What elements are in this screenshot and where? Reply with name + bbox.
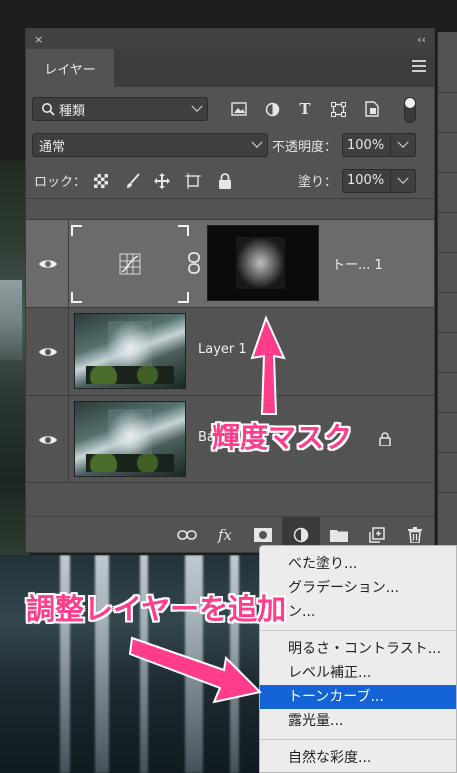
layer-thumbnail[interactable] bbox=[74, 401, 186, 477]
blend-row: 通常 不透明度： 100% bbox=[26, 127, 434, 163]
search-icon bbox=[39, 100, 57, 118]
menu-separator bbox=[260, 739, 456, 740]
filter-kind-label: 種類 bbox=[59, 103, 86, 119]
menu-separator bbox=[260, 630, 456, 631]
tab-layers[interactable]: レイヤー bbox=[26, 49, 114, 87]
fill-value: 100% bbox=[347, 173, 385, 188]
layer-name[interactable]: トー... 1 bbox=[332, 254, 383, 273]
menu-item-pattern[interactable]: ン... bbox=[260, 600, 456, 624]
layer-row-curves[interactable]: トー... 1 bbox=[26, 219, 434, 307]
link-layers-icon[interactable] bbox=[168, 517, 206, 553]
menu-item-curves[interactable]: トーンカーブ... bbox=[260, 685, 456, 709]
lock-artboard-icon[interactable] bbox=[184, 172, 202, 190]
layer-name[interactable]: Layer 1 bbox=[198, 342, 247, 357]
menu-item-brightness-contrast[interactable]: 明るさ・コントラスト... bbox=[260, 637, 456, 661]
adjustment-layer-menu: べた塗り... グラデーション... ン... 明るさ・コントラスト... レベ… bbox=[259, 545, 457, 773]
lock-pixels-brush-icon[interactable] bbox=[124, 172, 142, 190]
annotation-arrow-right bbox=[128, 636, 263, 704]
adjustment-layer-icon bbox=[293, 527, 309, 542]
blend-mode-value: 通常 bbox=[39, 139, 66, 155]
layers-panel: × ‹‹ レイヤー 種類 T 通常 不透明度： 100% ロック： 塗り： 10… bbox=[25, 28, 435, 553]
lock-transparency-icon[interactable] bbox=[92, 172, 110, 190]
fx-layer-style-button[interactable]: fx bbox=[206, 517, 244, 553]
visibility-eye-icon[interactable] bbox=[38, 345, 58, 359]
menu-item-levels[interactable]: レベル補正... bbox=[260, 661, 456, 685]
opacity-value: 100% bbox=[347, 137, 385, 153]
curves-grid-icon bbox=[119, 253, 141, 275]
lock-all-icon[interactable] bbox=[216, 172, 234, 190]
close-icon[interactable]: × bbox=[34, 33, 43, 46]
mask-link-chain-icon[interactable] bbox=[187, 252, 201, 274]
annotation-luminance-mask: 輝度マスク bbox=[212, 421, 353, 454]
lock-position-move-icon[interactable] bbox=[153, 172, 171, 190]
fill-label: 塗り： bbox=[298, 175, 338, 190]
adjustment-thumbnail[interactable] bbox=[70, 224, 190, 304]
fx-label: fx bbox=[217, 525, 232, 544]
annotation-arrow-up bbox=[250, 315, 286, 415]
channels-panel-strip bbox=[437, 32, 457, 552]
lock-row: ロック： 塗り： 100% bbox=[26, 163, 434, 199]
blend-mode-select[interactable]: 通常 bbox=[32, 133, 268, 157]
visibility-eye-icon[interactable] bbox=[38, 257, 58, 271]
collapse-icon[interactable]: ‹‹ bbox=[417, 33, 426, 46]
panel-menu-icon[interactable] bbox=[412, 60, 426, 72]
menu-item-solid-color[interactable]: べた塗り... bbox=[260, 552, 456, 576]
panel-topbar: × ‹‹ bbox=[26, 29, 434, 49]
layer-lock-icon bbox=[379, 432, 391, 446]
opacity-label: 不透明度： bbox=[272, 139, 338, 155]
filter-kind-select[interactable]: 種類 bbox=[32, 97, 208, 121]
menu-item-vibrance[interactable]: 自然な彩度... bbox=[260, 746, 456, 770]
layer-mask-thumbnail[interactable] bbox=[207, 225, 319, 301]
layer-row-layer1[interactable]: Layer 1 bbox=[26, 307, 434, 395]
filter-toggle[interactable] bbox=[404, 97, 416, 123]
smart-object-filter-icon[interactable] bbox=[363, 100, 381, 118]
lock-label: ロック： bbox=[34, 175, 87, 190]
adjustment-filter-icon[interactable] bbox=[263, 100, 281, 118]
filter-row: 種類 T bbox=[26, 91, 434, 127]
fill-dropdown[interactable] bbox=[390, 168, 416, 193]
shape-filter-icon[interactable] bbox=[329, 100, 347, 118]
visibility-eye-icon[interactable] bbox=[38, 433, 58, 447]
opacity-dropdown[interactable] bbox=[390, 133, 416, 157]
image-filter-icon[interactable] bbox=[230, 100, 248, 118]
menu-item-gradient[interactable]: グラデーション... bbox=[260, 576, 456, 600]
layer-thumbnail[interactable] bbox=[74, 313, 186, 389]
menu-item-exposure[interactable]: 露光量... bbox=[260, 709, 456, 733]
tab-row: レイヤー bbox=[26, 49, 434, 87]
annotation-add-adjustment-layer: 調整レイヤーを追加 bbox=[26, 592, 287, 626]
type-filter-icon[interactable]: T bbox=[296, 100, 314, 118]
